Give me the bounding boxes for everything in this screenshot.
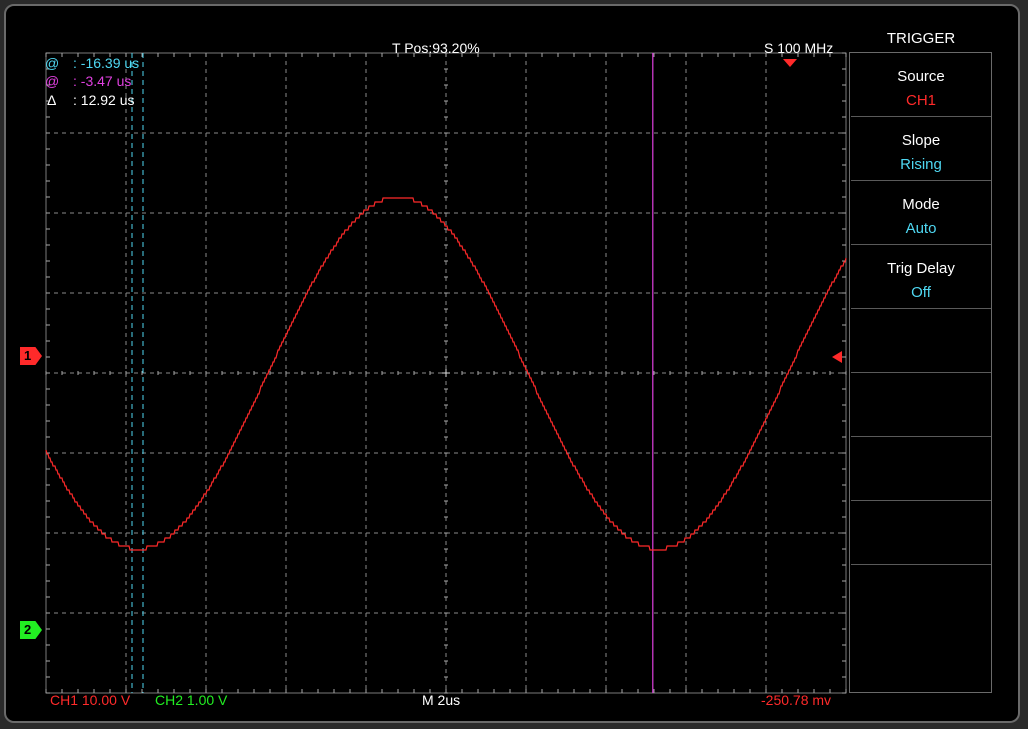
menu-item-mode[interactable]: Mode Auto bbox=[851, 182, 991, 245]
menu-item-source[interactable]: Source CH1 bbox=[851, 54, 991, 117]
menu-item-value: Rising bbox=[900, 156, 942, 173]
oscilloscope-screen: T Pos:93.20% S 100 MHz @ : -16.39 us @ :… bbox=[4, 4, 1020, 723]
delta-value: : 12.92 us bbox=[73, 92, 135, 108]
menu-item-empty-9[interactable] bbox=[851, 566, 991, 691]
menu-item-value: CH1 bbox=[905, 92, 936, 109]
menu-item-slope[interactable]: Slope Rising bbox=[851, 118, 991, 181]
ch2-scale-readout: CH2 1.00 V bbox=[155, 692, 228, 708]
timebase-readout: M 2us bbox=[422, 692, 461, 708]
cursor1-label: @ bbox=[45, 55, 60, 71]
menu-item-trig-delay[interactable]: Trig Delay Off bbox=[851, 246, 991, 309]
menu-item-label: Slope bbox=[901, 132, 941, 149]
cursor1-value: : -16.39 us bbox=[73, 55, 140, 71]
menu-item-empty-6[interactable] bbox=[851, 374, 991, 437]
menu-item-empty-8[interactable] bbox=[851, 502, 991, 565]
cursor2-label: @ bbox=[45, 73, 60, 89]
menu-item-value: Auto bbox=[905, 220, 937, 237]
sample-rate-readout: S 100 MHz bbox=[764, 40, 834, 56]
trigger-position-readout: T Pos:93.20% bbox=[392, 40, 480, 56]
menu-item-label: Mode bbox=[902, 196, 940, 213]
graticule-grid bbox=[45, 52, 847, 694]
menu-item-label: Trig Delay bbox=[887, 260, 955, 277]
ch1-scale-readout: CH1 10.00 V bbox=[50, 692, 131, 708]
trigger-level-marker[interactable] bbox=[832, 351, 842, 363]
delta-label: Δ bbox=[47, 92, 57, 108]
menu-item-empty-7[interactable] bbox=[851, 438, 991, 501]
menu-item-value: Off bbox=[911, 284, 931, 301]
menu-item-label: Source bbox=[897, 68, 945, 85]
menu-title: TRIGGER bbox=[886, 30, 956, 47]
menu-item-empty-5[interactable] bbox=[851, 310, 991, 373]
trigger-level-readout: -250.78 mv bbox=[761, 692, 832, 708]
cursor2-value: : -3.47 us bbox=[73, 73, 132, 89]
trigger-position-marker[interactable] bbox=[783, 59, 797, 67]
